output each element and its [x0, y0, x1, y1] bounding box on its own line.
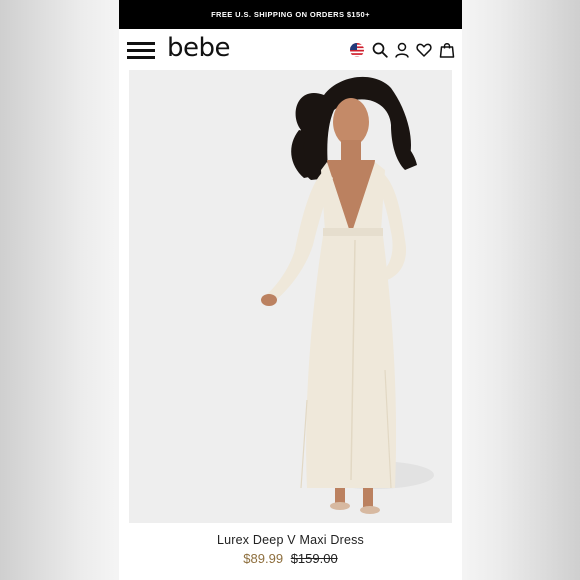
account-icon[interactable]: [394, 42, 410, 58]
heart-icon[interactable]: [416, 42, 432, 58]
product-prices: $89.99 $159.00: [119, 551, 462, 566]
promo-banner[interactable]: FREE U.S. SHIPPING ON ORDERS $150+: [119, 0, 462, 29]
menu-icon[interactable]: [127, 42, 155, 59]
phone-screen: FREE U.S. SHIPPING ON ORDERS $150+ bebe: [119, 0, 462, 580]
sale-price: $89.99: [243, 551, 284, 566]
shopping-bag-icon[interactable]: [439, 42, 455, 58]
us-flag-icon[interactable]: [349, 42, 365, 58]
logo[interactable]: bebe: [167, 33, 231, 63]
search-icon[interactable]: [372, 42, 388, 58]
product-title[interactable]: Lurex Deep V Maxi Dress: [119, 533, 462, 547]
model-in-dress-illustration: [129, 70, 452, 523]
promo-banner-text: FREE U.S. SHIPPING ON ORDERS $150+: [211, 10, 370, 19]
original-price: $159.00: [290, 551, 338, 566]
site-header: bebe: [119, 29, 462, 70]
product-image[interactable]: [129, 70, 452, 523]
